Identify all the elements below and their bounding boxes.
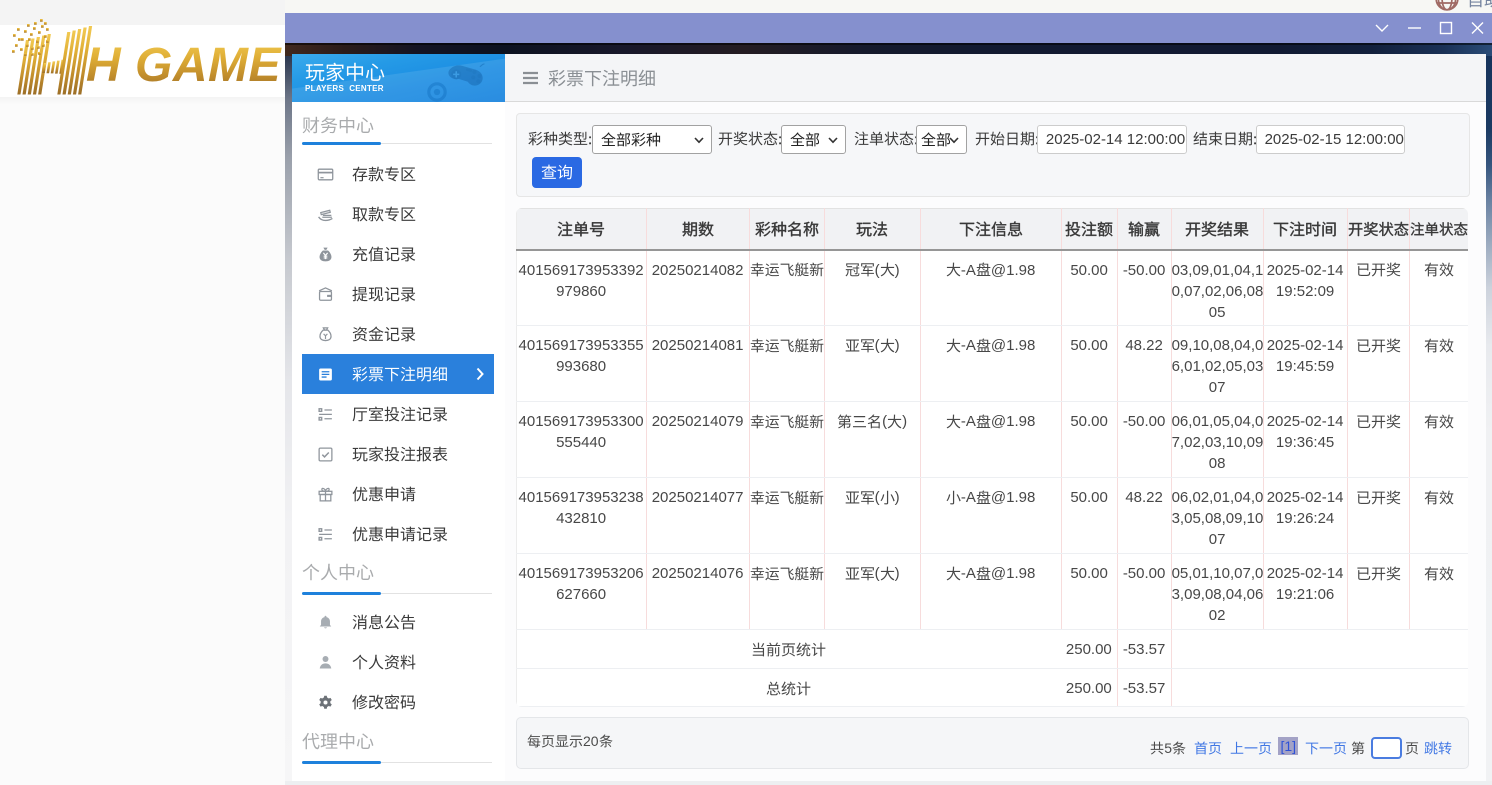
svg-text:H GAME: H GAME (86, 39, 282, 92)
